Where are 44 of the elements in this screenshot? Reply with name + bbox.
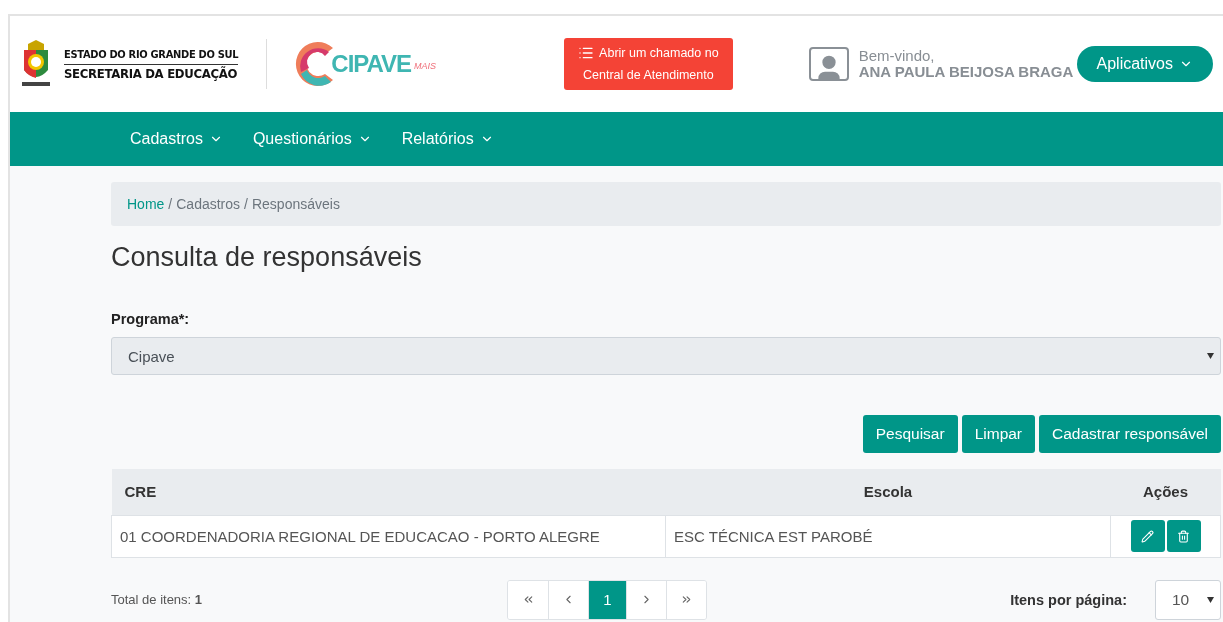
edit-button[interactable] [1130,520,1165,552]
breadcrumb-item: Responsáveis [251,196,340,212]
apps-button[interactable]: Aplicativos [1076,46,1213,82]
table-cell: ESC TÉCNICA EST PAROBÉ [665,515,1111,557]
page-title: Consulta de responsáveis [111,242,423,273]
page-number-button[interactable]: 1 [588,580,626,619]
help-desk-button[interactable]: Abrir um chamado no Central de Atendimento [564,38,733,90]
page-size-select[interactable]: 10 [1155,579,1221,620]
column-header: Ações [1110,469,1221,515]
next-page-button[interactable] [626,580,666,619]
logo-suffix: MAIS [414,61,437,71]
delete-button[interactable] [1166,520,1201,552]
nav-menu-item[interactable]: Relatórios [391,122,504,156]
pencil-icon [1141,529,1154,543]
column-header: CRE [111,469,666,515]
column-header: Escola [665,469,1111,515]
table-cell: 01 COORDENADORIA REGIONAL DE EDUCACAO - PORTO ALEGRE [111,515,666,557]
breadcrumb-separator: / [244,196,248,212]
action-button[interactable]: Cadastrar responsável [1039,415,1221,453]
nav-menu-item[interactable]: Cadastros [120,122,233,156]
dropdown-caret-icon [1207,596,1214,603]
total-items-text: Total de itens: 1 [111,592,204,607]
action-button[interactable]: Limpar [961,415,1036,453]
last-page-button[interactable] [666,580,706,619]
action-button[interactable]: Pesquisar [862,415,958,453]
nav-menu-item[interactable]: Questionários [242,122,382,156]
breadcrumb-separator: / [168,196,173,212]
logo-text: CIPAVE [331,50,412,78]
department-name: SECRETARIA DA EDUCAÇÃO [64,63,239,83]
first-page-button[interactable] [508,580,548,619]
prev-page-button[interactable] [548,580,588,619]
user-name: ANA PAULA BEIJOSA BRAGA [858,64,1074,80]
chevron-icon [680,593,693,606]
field-label: Programa*: [111,311,191,327]
trash-icon [1177,529,1190,543]
state-name: ESTADO DO RIO GRANDE DO SUL [64,46,239,63]
program-select[interactable]: Cipave [111,337,1221,375]
breadcrumb-link[interactable]: Home [127,196,165,212]
dropdown-caret-icon [1207,353,1214,359]
breadcrumb-item: Cadastros [176,196,241,212]
avatar-icon [808,47,849,81]
page-size-label: Itens por página: [1010,591,1127,608]
welcome-text: Bem-vindo, [858,48,936,64]
list-icon [578,45,595,61]
